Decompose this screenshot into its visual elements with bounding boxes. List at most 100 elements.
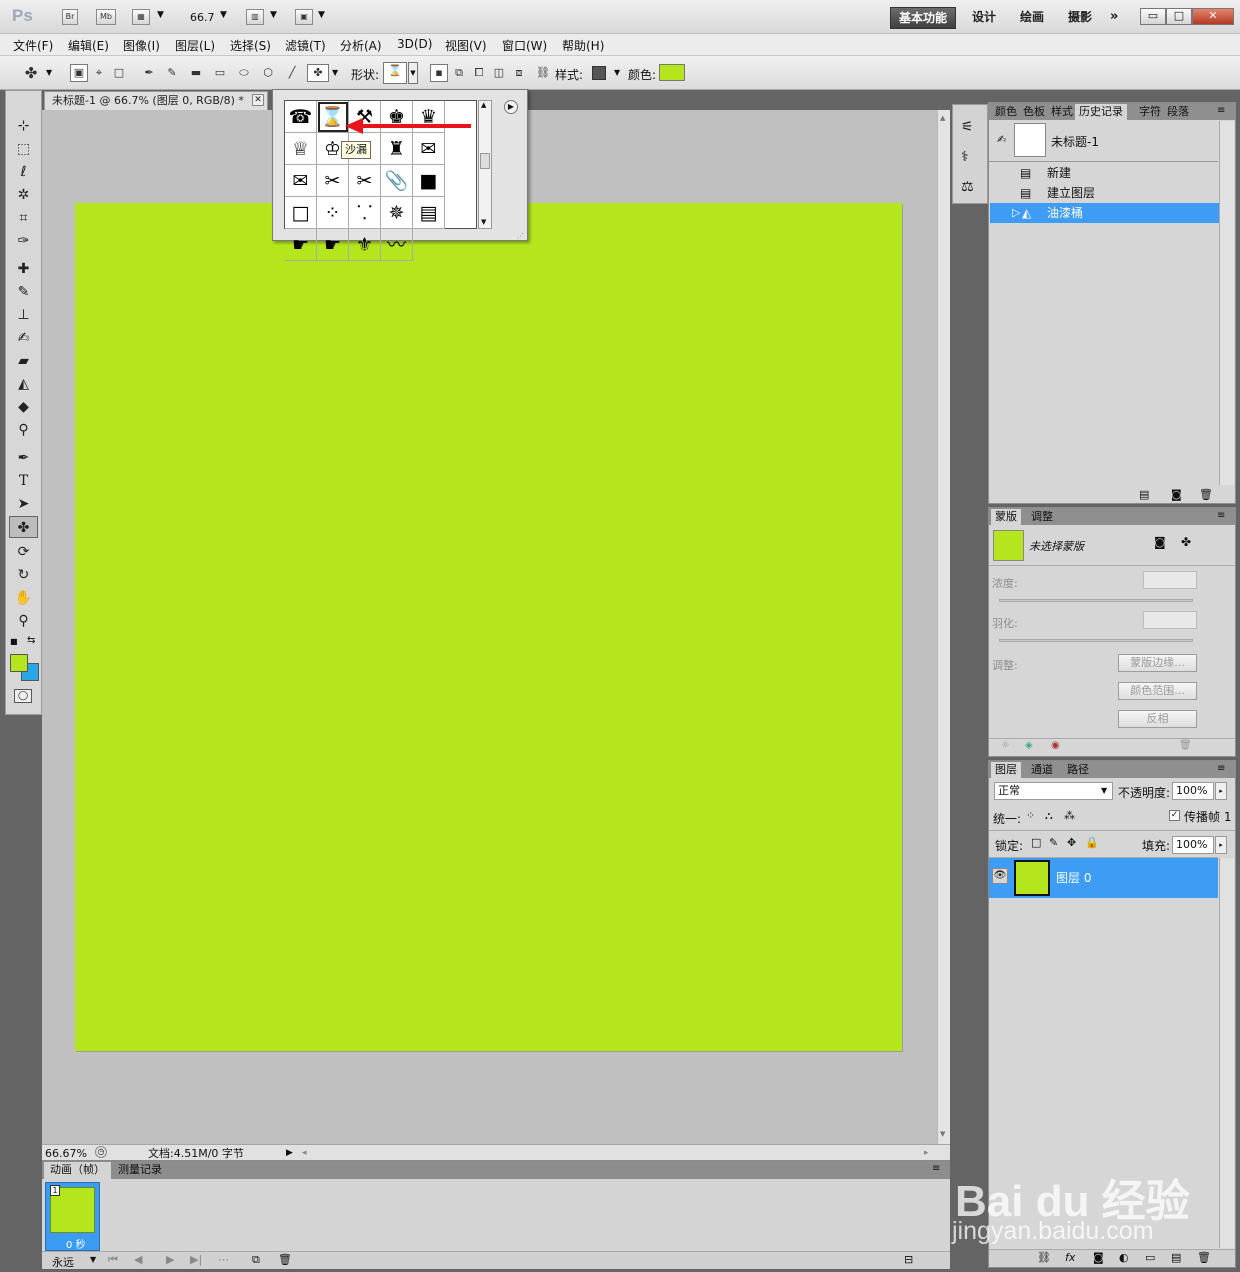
workspace-photography[interactable]: 摄影	[1060, 7, 1100, 29]
tab-swatches[interactable]: 色板	[1019, 104, 1049, 120]
default-colors-icon[interactable]: ■	[10, 637, 18, 646]
clone-source-icon[interactable]: ⚖	[961, 179, 974, 195]
3d-rotate-icon[interactable]: ⟳	[9, 541, 38, 563]
unify-position-icon[interactable]: ⁘	[1026, 809, 1035, 822]
line-icon[interactable]: ╱	[283, 64, 301, 82]
menu-edit[interactable]: 编辑(E)	[68, 37, 109, 54]
shape-cell[interactable]: ♕	[285, 133, 317, 165]
history-item-paint-bucket[interactable]: ▷ ◭ 油漆桶	[990, 203, 1219, 223]
shape-cell[interactable]: 〰	[381, 229, 413, 261]
fill-pixels-icon[interactable]: □	[110, 64, 128, 82]
tab-measurement-log[interactable]: 测量记录	[112, 1162, 168, 1179]
close-button[interactable]: ✕	[1192, 8, 1234, 25]
adjustment-layer-icon[interactable]: ◐	[1119, 1251, 1129, 1264]
lock-pixels-icon[interactable]: ✎	[1049, 836, 1058, 849]
panel-menu-icon[interactable]: ≡	[1217, 510, 1225, 521]
scroll-up-icon[interactable]: ▲	[481, 101, 486, 109]
freeform-pen-icon[interactable]: ✎	[163, 64, 181, 82]
style-swatch[interactable]	[592, 66, 606, 80]
menu-analysis[interactable]: 分析(A)	[340, 37, 382, 54]
unify-visibility-icon[interactable]: ⛬	[1045, 809, 1053, 823]
type-tool-icon[interactable]: T	[9, 470, 38, 492]
density-slider[interactable]	[999, 599, 1193, 602]
shape-cell[interactable]: ✉	[413, 133, 445, 165]
eyedropper-tool-icon[interactable]: ✑	[9, 230, 38, 252]
pen-tool-icon[interactable]: ✒	[9, 447, 38, 469]
chevron-down-icon[interactable]: ▼	[270, 10, 277, 20]
zoom-level[interactable]: 66.7	[190, 11, 215, 24]
fill-field[interactable]: 100%	[1172, 836, 1214, 854]
workspace-design[interactable]: 设计	[964, 7, 1004, 29]
shape-cell[interactable]: ✂	[349, 165, 381, 197]
new-layer-mode-icon[interactable]: ▪	[430, 64, 448, 82]
scroll-left-icon[interactable]: ◂	[302, 1146, 307, 1161]
tab-masks[interactable]: 蒙版	[991, 509, 1021, 525]
ellipse-icon[interactable]: ⬭	[235, 64, 253, 82]
layers-scrollbar[interactable]	[1219, 858, 1234, 1248]
prev-frame-icon[interactable]: ◀	[134, 1253, 142, 1266]
menu-window[interactable]: 窗口(W)	[502, 37, 547, 54]
rounded-rectangle-icon[interactable]: ▭	[211, 64, 229, 82]
lock-transparency-icon[interactable]: □	[1031, 836, 1041, 849]
shape-layers-icon[interactable]: ▣	[70, 64, 88, 82]
menu-image[interactable]: 图像(I)	[123, 37, 160, 54]
new-snapshot-icon[interactable]: ◙	[1171, 488, 1182, 501]
shape-cell[interactable]: ⚜	[349, 229, 381, 261]
color-range-button[interactable]: 颜色范围...	[1118, 682, 1197, 700]
healing-brush-icon[interactable]: ✚	[9, 258, 38, 280]
restore-button[interactable]: □	[1166, 8, 1192, 25]
blend-mode-select[interactable]: 正常 ▼	[994, 782, 1113, 800]
quick-select-tool-icon[interactable]: ✲	[9, 184, 38, 206]
canvas[interactable]	[75, 203, 902, 1051]
shape-cell[interactable]: ☎	[285, 101, 317, 133]
screen-mode-icon[interactable]: ▣	[295, 9, 313, 25]
menu-view[interactable]: 视图(V)	[445, 37, 487, 54]
custom-shape-icon[interactable]: ✤	[307, 64, 329, 82]
more-workspaces-icon[interactable]: »	[1110, 9, 1118, 24]
delete-layer-icon[interactable]: 🗑	[1197, 1251, 1211, 1264]
arrange-documents-icon[interactable]: ▥	[246, 9, 264, 25]
apply-mask-icon[interactable]: ◈	[1025, 740, 1033, 751]
invert-button[interactable]: 反相	[1118, 710, 1197, 728]
tab-history[interactable]: 历史记录	[1075, 104, 1127, 120]
zoom-tool-icon[interactable]: ⚲	[9, 610, 38, 632]
lasso-tool-icon[interactable]: ℓ	[9, 161, 38, 183]
lock-position-icon[interactable]: ✥	[1067, 836, 1076, 849]
polygon-icon[interactable]: ⬡	[259, 64, 277, 82]
delete-mask-icon[interactable]: 🗑	[1179, 740, 1192, 751]
new-layer-icon[interactable]: ▤	[1171, 1251, 1181, 1264]
shape-cell[interactable]: ✉	[285, 165, 317, 197]
vertical-scrollbar[interactable]: ▲ ▼	[937, 110, 950, 1144]
unify-style-icon[interactable]: ⁂	[1064, 809, 1075, 822]
pen-icon[interactable]: ✒	[140, 64, 158, 82]
marquee-tool-icon[interactable]: ⬚	[9, 138, 38, 160]
chevron-down-icon[interactable]: ▼	[90, 1255, 96, 1264]
menu-file[interactable]: 文件(F)	[13, 37, 53, 54]
3d-orbit-icon[interactable]: ↻	[9, 564, 38, 586]
bridge-button[interactable]: Br	[62, 9, 78, 25]
propagate-checkbox[interactable]: ✓	[1169, 810, 1180, 821]
panel-menu-icon[interactable]: ≡	[1217, 105, 1225, 116]
custom-shape-tool-icon[interactable]: ✤	[9, 516, 38, 538]
move-tool-icon[interactable]: ⊹	[9, 115, 38, 137]
tab-paragraph[interactable]: 段落	[1163, 104, 1193, 120]
chevron-down-icon[interactable]: ▼	[46, 68, 52, 77]
scroll-down-icon[interactable]: ▼	[481, 218, 486, 226]
animation-frame[interactable]: 1 0 秒	[45, 1182, 100, 1251]
hourglass-shape-icon[interactable]: ⌛	[383, 62, 407, 84]
history-brush-source-icon[interactable]: ✍	[997, 133, 1006, 146]
color-swatch[interactable]	[659, 64, 685, 81]
tab-paths[interactable]: 路径	[1063, 762, 1093, 778]
history-item-new[interactable]: ▤ 新建	[990, 163, 1219, 183]
path-select-icon[interactable]: ➤	[9, 493, 38, 515]
document-tab[interactable]: 未标题-1 @ 66.7% (图层 0, RGB/8) * ✕	[44, 91, 268, 110]
vector-mask-icon[interactable]: ✤	[1181, 535, 1191, 549]
crop-tool-icon[interactable]: ⌗	[9, 207, 38, 229]
shape-cell[interactable]: ♜	[381, 133, 413, 165]
minimize-button[interactable]: ▭	[1140, 8, 1166, 25]
chevron-down-icon[interactable]: ▼	[220, 10, 227, 20]
scroll-thumb[interactable]	[480, 153, 490, 169]
panel-menu-icon[interactable]: ≡	[932, 1163, 940, 1174]
shape-cell[interactable]: □	[285, 197, 317, 229]
eye-icon[interactable]: 👁	[992, 868, 1008, 884]
